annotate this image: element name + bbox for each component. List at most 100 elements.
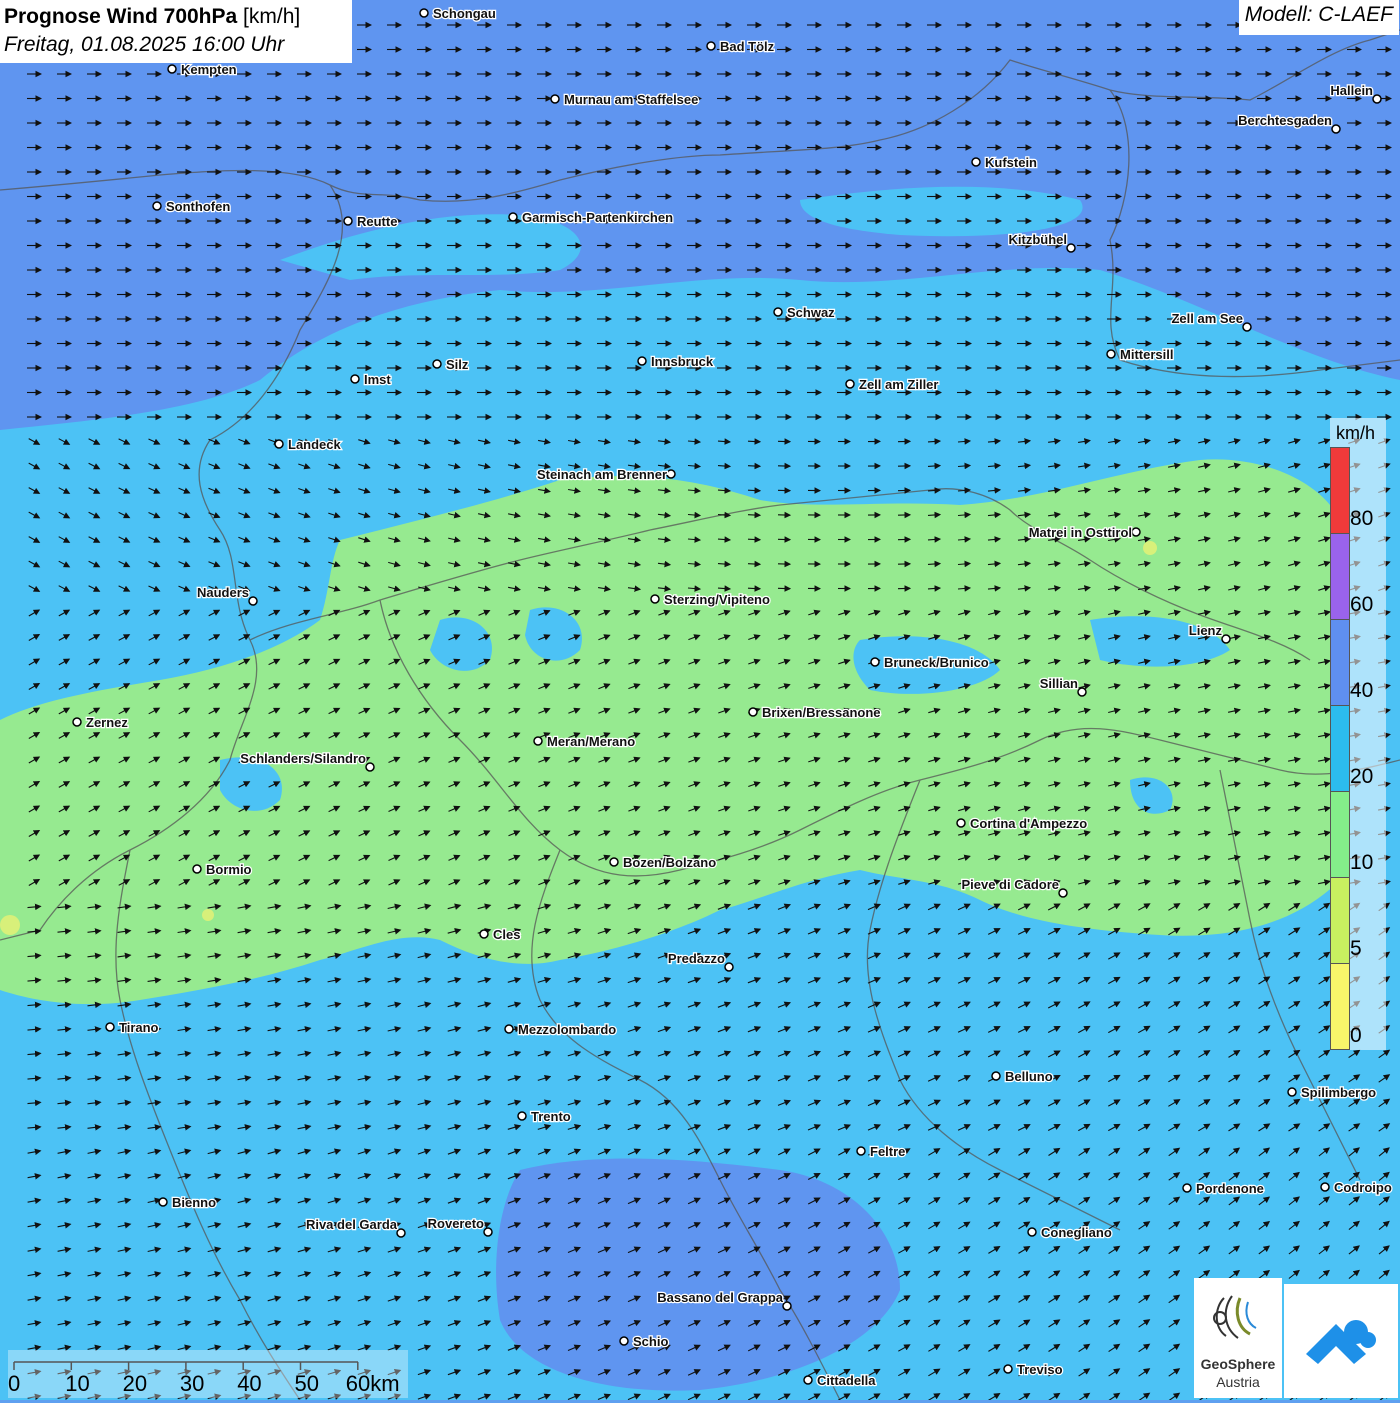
city-dot — [1132, 528, 1140, 536]
forecast-datetime: Freitag, 01.08.2025 16:00 Uhr — [4, 31, 346, 59]
city-dot — [846, 380, 854, 388]
city-dot — [992, 1072, 1000, 1080]
city-label: Feltre — [870, 1144, 905, 1159]
city-label: Lienz — [1189, 623, 1223, 638]
city-label: Bienno — [172, 1195, 216, 1210]
city-label: Sonthofen — [166, 199, 230, 214]
scale-label: 40 — [237, 1371, 261, 1397]
legend-color-0 — [1330, 447, 1350, 534]
model-label: Modell: C-LAEF — [1239, 0, 1399, 35]
wind-arrow — [748, 490, 760, 491]
legend-color-1 — [1330, 533, 1350, 620]
city-label: Bad Tölz — [720, 39, 775, 54]
city-label: Conegliano — [1041, 1225, 1112, 1240]
wind-arrow — [748, 588, 760, 589]
city-dot — [344, 217, 352, 225]
field-calm-spot — [0, 915, 20, 935]
city-label: Silz — [446, 357, 469, 372]
city-label: Kitzbühel — [1009, 232, 1068, 247]
legend-label: 5 — [1350, 937, 1362, 961]
city-dot — [534, 737, 542, 745]
legend-label: 40 — [1350, 679, 1373, 703]
city-dot — [620, 1337, 628, 1345]
geosphere-emblem-icon — [1194, 1278, 1282, 1358]
map-title-unit: [km/h] — [243, 5, 300, 28]
city-label: Trento — [531, 1109, 571, 1124]
city-cortina-d-ampezzo[interactable]: Cortina d'Ampezzo — [957, 816, 1087, 831]
city-dot — [249, 597, 257, 605]
city-dot — [638, 357, 646, 365]
city-label: Kufstein — [985, 155, 1037, 170]
city-label: Bruneck/Brunico — [884, 655, 989, 670]
city-dot — [397, 1229, 405, 1237]
city-bruneck-brunico[interactable]: Bruneck/Brunico — [871, 655, 989, 670]
city-label: Zell am Ziller — [859, 377, 938, 392]
legend-label: 10 — [1350, 851, 1373, 875]
city-pordenone[interactable]: Pordenone — [1183, 1181, 1264, 1196]
city-dot — [783, 1302, 791, 1310]
scale-label: 50 — [295, 1371, 319, 1397]
city-zell-am-ziller[interactable]: Zell am Ziller — [846, 377, 938, 392]
scale-label: 20 — [123, 1371, 147, 1397]
city-dot — [1332, 125, 1340, 133]
city-label: Belluno — [1005, 1069, 1053, 1084]
city-label: Spilimbergo — [1301, 1085, 1376, 1100]
scale-label: 30 — [180, 1371, 204, 1397]
city-dot — [1107, 350, 1115, 358]
legend-label: 20 — [1350, 765, 1373, 789]
city-mezzolombardo[interactable]: Mezzolombardo — [505, 1022, 616, 1037]
city-label: Landeck — [288, 437, 342, 452]
city-dot — [1004, 1365, 1012, 1373]
legend-color-3 — [1330, 705, 1350, 792]
city-spilimbergo[interactable]: Spilimbergo — [1288, 1085, 1376, 1100]
city-label: Berchtesgaden — [1238, 113, 1332, 128]
city-dot — [551, 95, 559, 103]
city-dot — [957, 819, 965, 827]
city-meran-merano[interactable]: Meran/Merano — [534, 734, 635, 749]
city-dot — [804, 1376, 812, 1384]
city-label: Imst — [364, 372, 391, 387]
city-sterzing-vipiteno[interactable]: Sterzing/Vipiteno — [651, 592, 770, 607]
city-dot — [972, 158, 980, 166]
city-steinach-am-brenner[interactable]: Steinach am Brenner — [537, 467, 675, 482]
city-dot — [857, 1147, 865, 1155]
city-dot — [1222, 635, 1230, 643]
city-dot — [651, 595, 659, 603]
city-dot — [168, 65, 176, 73]
city-dot — [1243, 323, 1251, 331]
city-matrei-in-osttirol[interactable]: Matrei in Osttirol — [1029, 525, 1140, 540]
city-conegliano[interactable]: Conegliano — [1028, 1225, 1112, 1240]
geosphere-name: GeoSphere — [1196, 1356, 1280, 1372]
map-title: Prognose Wind 700hPa [km/h] — [4, 3, 346, 31]
city-label: Schongau — [433, 6, 496, 21]
city-dot — [725, 963, 733, 971]
city-label: Zell am See — [1171, 311, 1243, 326]
scale-label: 10 — [65, 1371, 89, 1397]
city-label: Treviso — [1017, 1362, 1063, 1377]
wind-arrow — [748, 564, 760, 565]
city-label: Innsbruck — [651, 354, 714, 369]
city-label: Bassano del Grappa — [657, 1290, 783, 1305]
city-dot — [1078, 688, 1086, 696]
city-dot — [484, 1228, 492, 1236]
city-brixen-bressanone[interactable]: Brixen/Bressanone — [749, 705, 881, 720]
city-dot — [1373, 95, 1381, 103]
legend-color-5 — [1330, 877, 1350, 964]
city-label: Brixen/Bressanone — [762, 705, 881, 720]
city-label: Reutte — [357, 214, 397, 229]
city-dot — [1067, 244, 1075, 252]
city-dot — [73, 718, 81, 726]
city-label: Cles — [493, 927, 520, 942]
city-label: Sillian — [1040, 676, 1078, 691]
city-label: Tirano — [119, 1020, 159, 1035]
city-label: Bozen/Bolzano — [623, 855, 716, 870]
wind-map[interactable]: SchongauBad TölzKemptenMurnau am Staffel… — [0, 0, 1400, 1400]
field-calm-spot — [202, 909, 214, 921]
wind-arrow — [748, 539, 760, 540]
city-murnau-am-staffelsee[interactable]: Murnau am Staffelsee — [551, 92, 698, 107]
geosphere-country: Austria — [1196, 1374, 1280, 1390]
city-bozen-bolzano[interactable]: Bozen/Bolzano — [610, 855, 716, 870]
city-dot — [366, 763, 374, 771]
city-garmisch-partenkirchen[interactable]: Garmisch-Partenkirchen — [509, 210, 673, 225]
scale-label: 60km — [346, 1371, 400, 1397]
